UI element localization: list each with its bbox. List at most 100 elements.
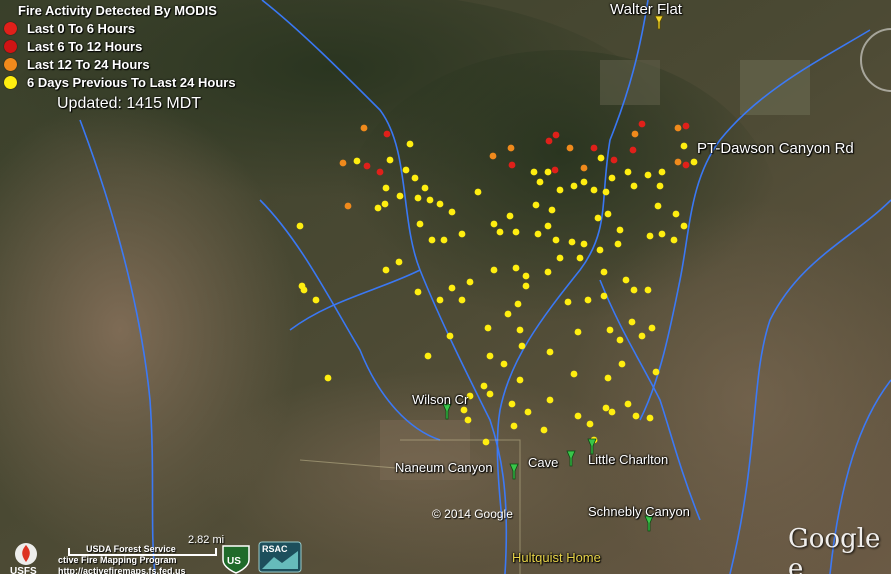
- fire-detection-yellow: [458, 230, 466, 238]
- legend-item-0-6h: Last 0 To 6 Hours: [4, 19, 236, 37]
- fire-detection-yellow: [530, 168, 538, 176]
- fire-detection-orange: [674, 124, 682, 132]
- fire-detection-red: [545, 137, 553, 145]
- fire-detection-yellow: [552, 236, 560, 244]
- fire-detection-yellow: [460, 406, 468, 414]
- fire-detection-yellow: [514, 300, 522, 308]
- red-dot-icon: [4, 39, 17, 53]
- fire-detection-yellow: [644, 171, 652, 179]
- fire-detection-yellow: [658, 230, 666, 238]
- fire-detection-yellow: [484, 324, 492, 332]
- fire-detection-yellow: [648, 324, 656, 332]
- fire-detection-yellow: [374, 204, 382, 212]
- place-pt-dawson-canyon-rd[interactable]: PT-Dawson Canyon Rd: [697, 140, 854, 157]
- fire-detection-red: [590, 144, 598, 152]
- fire-detection-yellow: [518, 342, 526, 350]
- fire-detection-orange: [507, 144, 515, 152]
- fire-detection-yellow: [584, 296, 592, 304]
- fire-detection-yellow: [440, 236, 448, 244]
- fire-detection-yellow: [580, 240, 588, 248]
- fire-detection-yellow: [564, 298, 572, 306]
- fire-detection-yellow: [411, 174, 419, 182]
- fire-detection-red: [363, 162, 371, 170]
- fire-detection-yellow: [654, 202, 662, 210]
- fire-detection-orange: [674, 158, 682, 166]
- fire-detection-yellow: [506, 212, 514, 220]
- fire-detection-yellow: [604, 374, 612, 382]
- fire-detection-yellow: [656, 182, 664, 190]
- fire-detection-yellow: [624, 400, 632, 408]
- fire-detection-yellow: [381, 200, 389, 208]
- usfs-badge-label: US: [227, 556, 241, 567]
- fire-detection-yellow: [540, 426, 548, 434]
- fire-detection-yellow: [680, 222, 688, 230]
- place-schnebly-canyon[interactable]: Schnebly Canyon: [588, 504, 690, 519]
- fire-detection-yellow: [458, 296, 466, 304]
- fire-detection-yellow: [574, 328, 582, 336]
- fire-detection-yellow: [672, 210, 680, 218]
- green-pushpin-icon[interactable]: [564, 449, 578, 467]
- fire-detection-yellow: [638, 332, 646, 340]
- fire-detection-yellow: [426, 196, 434, 204]
- fire-detection-yellow: [296, 222, 304, 230]
- fire-detection-yellow: [576, 254, 584, 262]
- fire-detection-yellow: [510, 422, 518, 430]
- fire-detection-yellow: [544, 268, 552, 276]
- fire-detection-yellow: [616, 336, 624, 344]
- fire-detection-yellow: [406, 140, 414, 148]
- fire-detection-yellow: [630, 286, 638, 294]
- fire-detection-yellow: [486, 390, 494, 398]
- place-hultquist-home[interactable]: Hultquist Home: [512, 550, 601, 565]
- fire-detection-yellow: [480, 382, 488, 390]
- fire-detection-yellow: [522, 282, 530, 290]
- fire-detection-yellow: [464, 416, 472, 424]
- footer-line3: http://activefiremaps.fs.fed.us: [58, 566, 186, 574]
- place-walter-flat[interactable]: Walter Flat: [610, 1, 682, 18]
- fire-detection-red: [638, 120, 646, 128]
- google-logo: Google e: [788, 524, 881, 574]
- rsac-badge-label: RSAC: [262, 544, 288, 554]
- green-pushpin-icon[interactable]: [507, 462, 521, 480]
- fire-detection-yellow: [396, 192, 404, 200]
- legend-title: Fire Activity Detected By MODIS: [18, 3, 217, 18]
- fire-detection-yellow: [618, 360, 626, 368]
- place-wilson-cr[interactable]: Wilson Cr: [412, 392, 468, 407]
- place-naneum-canyon[interactable]: Naneum Canyon: [395, 460, 493, 475]
- fire-detection-red: [552, 131, 560, 139]
- fire-detection-yellow: [504, 310, 512, 318]
- place-little-charlton[interactable]: Little Charlton: [588, 452, 668, 467]
- fire-detection-yellow: [680, 142, 688, 150]
- fire-detection-yellow: [402, 166, 410, 174]
- fire-detection-yellow: [616, 226, 624, 234]
- fire-detection-yellow: [382, 184, 390, 192]
- fire-detection-yellow: [608, 174, 616, 182]
- fire-detection-yellow: [386, 156, 394, 164]
- fire-detection-yellow: [474, 188, 482, 196]
- place-cave[interactable]: Cave: [528, 455, 558, 470]
- fire-detection-yellow: [496, 228, 504, 236]
- fire-detection-orange: [489, 152, 497, 160]
- fire-detection-red: [682, 161, 690, 169]
- fire-detection-yellow: [448, 284, 456, 292]
- fire-detection-orange: [339, 159, 347, 167]
- fire-detection-yellow: [580, 178, 588, 186]
- orange-dot-icon: [4, 57, 17, 71]
- fire-detection-yellow: [522, 272, 530, 280]
- fire-detection-yellow: [614, 240, 622, 248]
- fire-detection-yellow: [516, 376, 524, 384]
- fire-detection-yellow: [570, 370, 578, 378]
- updated-time: Updated: 1415 MDT: [57, 95, 202, 112]
- fire-detection-red: [383, 130, 391, 138]
- fire-detection-yellow: [353, 157, 361, 165]
- fire-detection-yellow: [628, 318, 636, 326]
- usfs-bottom-badge: USFS: [10, 566, 37, 574]
- fire-detection-yellow: [544, 222, 552, 230]
- fire-detection-yellow: [690, 158, 698, 166]
- fire-detection-orange: [580, 164, 588, 172]
- fire-detection-yellow: [646, 414, 654, 422]
- fire-detection-yellow: [596, 246, 604, 254]
- fire-detection-yellow: [646, 232, 654, 240]
- fire-detection-yellow: [652, 368, 660, 376]
- footer-line2: ctive Fire Mapping Program: [58, 555, 177, 565]
- satellite-map[interactable]: Fire Activity Detected By MODIS Last 0 T…: [0, 0, 891, 574]
